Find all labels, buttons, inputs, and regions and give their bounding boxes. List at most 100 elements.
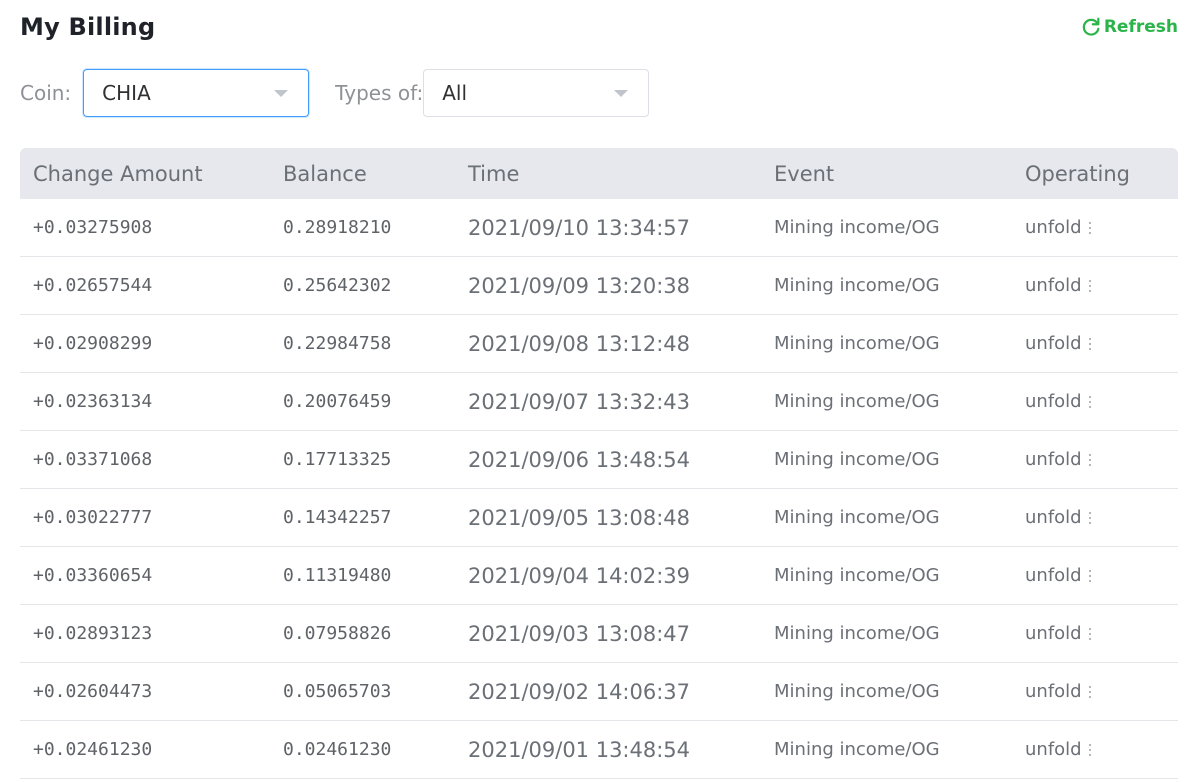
time-cell: 2021/09/02 14:06:37: [468, 679, 691, 704]
unfold-label: unfold: [1025, 507, 1082, 528]
unfold-label: unfold: [1025, 681, 1082, 702]
event-cell: Mining income/OG: [774, 739, 940, 760]
balance-cell: 0.17713325: [283, 449, 392, 470]
time-cell: 2021/09/05 13:08:48: [468, 505, 691, 530]
table-row: +0.03360654 0.11319480 2021/09/04 14:02:39…: [20, 547, 1178, 605]
more-vertical-icon: [1088, 569, 1091, 582]
change-amount-cell: +0.03022777: [33, 507, 153, 528]
event-cell: Mining income/OG: [774, 391, 940, 412]
more-vertical-icon: [1088, 685, 1091, 698]
unfold-label: unfold: [1025, 217, 1082, 238]
unfold-button[interactable]: unfold: [1025, 565, 1178, 586]
change-amount-cell: +0.02363134: [33, 391, 153, 412]
unfold-label: unfold: [1025, 623, 1082, 644]
more-vertical-icon: [1088, 337, 1091, 350]
header: My Billing Refresh: [20, 10, 1178, 44]
unfold-button[interactable]: unfold: [1025, 739, 1178, 760]
table-row: +0.02604473 0.05065703 2021/09/02 14:06:37…: [20, 663, 1178, 721]
operating-cell: unfold: [1012, 333, 1178, 354]
time-cell: 2021/09/10 13:34:57: [468, 215, 691, 240]
unfold-button[interactable]: unfold: [1025, 507, 1178, 528]
table-body: +0.03275908 0.28918210 2021/09/10 13:34:57…: [20, 199, 1178, 779]
chevron-down-icon: [274, 90, 289, 97]
table-row: +0.03022777 0.14342257 2021/09/05 13:08:48…: [20, 489, 1178, 547]
time-cell: 2021/09/03 13:08:47: [468, 621, 691, 646]
filters-bar: Coin: CHIA Types of: All: [20, 68, 650, 118]
balance-cell: 0.05065703: [283, 681, 392, 702]
more-vertical-icon: [1088, 453, 1091, 466]
balance-cell: 0.25642302: [283, 275, 392, 296]
more-vertical-icon: [1088, 221, 1091, 234]
event-cell: Mining income/OG: [774, 565, 940, 586]
operating-cell: unfold: [1012, 507, 1178, 528]
balance-cell: 0.14342257: [283, 507, 392, 528]
unfold-button[interactable]: unfold: [1025, 275, 1178, 296]
unfold-label: unfold: [1025, 565, 1082, 586]
refresh-button[interactable]: Refresh: [1080, 16, 1178, 38]
table-row: +0.02657544 0.25642302 2021/09/09 13:20:38…: [20, 257, 1178, 315]
unfold-label: unfold: [1025, 275, 1082, 296]
refresh-label: Refresh: [1103, 17, 1178, 37]
event-cell: Mining income/OG: [774, 507, 940, 528]
type-select-value: All: [442, 81, 467, 105]
change-amount-cell: +0.02604473: [33, 681, 153, 702]
unfold-label: unfold: [1025, 333, 1082, 354]
unfold-button[interactable]: unfold: [1025, 449, 1178, 470]
unfold-label: unfold: [1025, 739, 1082, 760]
operating-cell: unfold: [1012, 565, 1178, 586]
unfold-button[interactable]: unfold: [1025, 391, 1178, 412]
event-cell: Mining income/OG: [774, 333, 940, 354]
balance-cell: 0.28918210: [283, 217, 392, 238]
operating-cell: unfold: [1012, 739, 1178, 760]
type-select[interactable]: All: [423, 69, 650, 117]
table-row: +0.02893123 0.07958826 2021/09/03 13:08:47…: [20, 605, 1178, 663]
unfold-label: unfold: [1025, 391, 1082, 412]
time-cell: 2021/09/06 13:48:54: [468, 447, 691, 472]
more-vertical-icon: [1088, 279, 1091, 292]
balance-cell: 0.07958826: [283, 623, 392, 644]
time-cell: 2021/09/09 13:20:38: [468, 273, 691, 298]
page-title: My Billing: [20, 13, 156, 41]
time-cell: 2021/09/01 13:48:54: [468, 737, 691, 762]
table-row: +0.03275908 0.28918210 2021/09/10 13:34:57…: [20, 199, 1178, 257]
type-label: Types of:: [335, 81, 424, 105]
event-cell: Mining income/OG: [774, 449, 940, 470]
column-header-balance: Balance: [283, 161, 367, 186]
unfold-button[interactable]: unfold: [1025, 681, 1178, 702]
coin-select-value: CHIA: [102, 81, 151, 105]
time-cell: 2021/09/08 13:12:48: [468, 331, 691, 356]
billing-table: Change Amount Balance Time Event Operati…: [20, 148, 1178, 779]
balance-cell: 0.20076459: [283, 391, 392, 412]
column-header-operating: Operating: [1025, 161, 1130, 186]
operating-cell: unfold: [1012, 391, 1178, 412]
change-amount-cell: +0.02461230: [33, 739, 153, 760]
refresh-icon: [1080, 16, 1102, 38]
table-row: +0.02363134 0.20076459 2021/09/07 13:32:43…: [20, 373, 1178, 431]
column-header-event: Event: [774, 161, 835, 186]
balance-cell: 0.02461230: [283, 739, 392, 760]
unfold-label: unfold: [1025, 449, 1082, 470]
billing-page: My Billing Refresh Coin: CHIA Types of: …: [0, 0, 1200, 782]
unfold-button[interactable]: unfold: [1025, 623, 1178, 644]
event-cell: Mining income/OG: [774, 275, 940, 296]
unfold-button[interactable]: unfold: [1025, 333, 1178, 354]
time-cell: 2021/09/04 14:02:39: [468, 563, 691, 588]
coin-select[interactable]: CHIA: [83, 69, 310, 117]
more-vertical-icon: [1088, 511, 1091, 524]
column-header-change-amount: Change Amount: [33, 161, 203, 186]
event-cell: Mining income/OG: [774, 623, 940, 644]
change-amount-cell: +0.03371068: [33, 449, 153, 470]
more-vertical-icon: [1088, 395, 1091, 408]
change-amount-cell: +0.03360654: [33, 565, 153, 586]
operating-cell: unfold: [1012, 623, 1178, 644]
table-row: +0.02908299 0.22984758 2021/09/08 13:12:48…: [20, 315, 1178, 373]
table-row: +0.02461230 0.02461230 2021/09/01 13:48:54…: [20, 721, 1178, 779]
change-amount-cell: +0.02657544: [33, 275, 153, 296]
balance-cell: 0.11319480: [283, 565, 392, 586]
more-vertical-icon: [1088, 743, 1091, 756]
change-amount-cell: +0.02893123: [33, 623, 153, 644]
event-cell: Mining income/OG: [774, 681, 940, 702]
coin-label: Coin:: [20, 81, 72, 105]
chevron-down-icon: [614, 90, 629, 97]
unfold-button[interactable]: unfold: [1025, 217, 1178, 238]
